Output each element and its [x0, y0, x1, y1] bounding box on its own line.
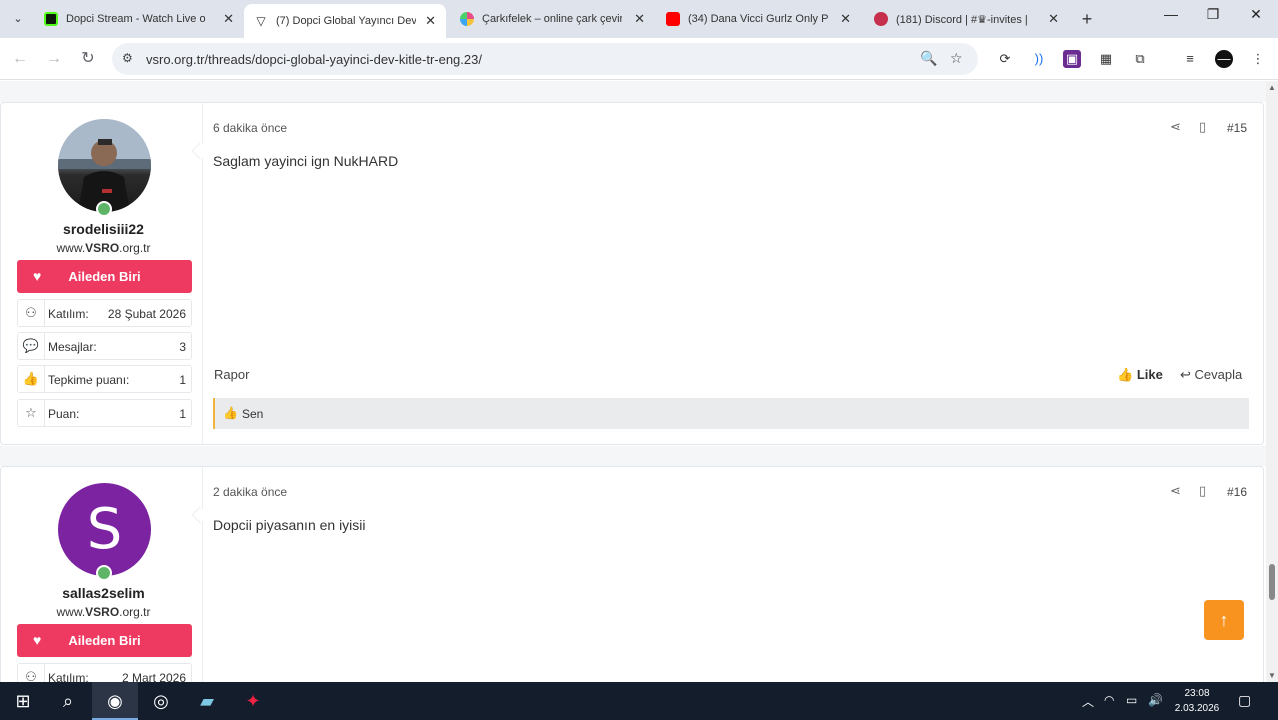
user-pane: S sallas2selim www.VSRO.org.tr ♥ Aileden…: [1, 467, 203, 682]
profile-avatar-icon[interactable]: —: [1215, 50, 1233, 68]
file-app-taskbar-icon[interactable]: ▰: [184, 682, 230, 720]
site-info-icon[interactable]: ⚙: [122, 51, 133, 65]
mouse-cursor-icon: [81, 368, 95, 380]
kick-favicon-icon: [44, 12, 58, 26]
avatar[interactable]: [58, 119, 151, 212]
media-control-icon[interactable]: ≡: [1181, 50, 1199, 68]
discord-favicon-icon: [874, 12, 888, 26]
username[interactable]: sallas2selim: [1, 585, 206, 601]
network-icon[interactable]: ◠: [1104, 693, 1114, 707]
user-title: www.VSRO.org.tr: [56, 605, 151, 619]
user-banner-badge: ♥ Aileden Biri: [17, 260, 192, 293]
volume-icon[interactable]: 🔊: [1148, 693, 1163, 707]
back-icon[interactable]: ←: [10, 49, 30, 69]
post-body: Dopcii piyasanın en iyisii: [213, 517, 366, 533]
report-link[interactable]: Rapor: [214, 367, 249, 382]
url-text[interactable]: vsro.org.tr/threads/dopci-global-yayinci…: [146, 52, 482, 67]
scrollbar-thumb[interactable]: [1269, 564, 1275, 600]
online-status-icon: [96, 201, 112, 217]
user-plus-icon: ⚇: [18, 300, 45, 326]
audio-extension-icon[interactable]: )): [1030, 50, 1048, 68]
forum-post: S sallas2selim www.VSRO.org.tr ♥ Aileden…: [0, 466, 1264, 682]
tab-dopci-global[interactable]: ▽ (7) Dopci Global Yayıncı Dev ✕: [244, 4, 446, 38]
share-icon[interactable]: ⋖: [1170, 483, 1181, 499]
reply-icon: ↩: [1180, 367, 1195, 382]
like-button[interactable]: 👍 Like: [1117, 367, 1163, 383]
close-tab-icon[interactable]: ✕: [834, 11, 851, 27]
close-tab-icon[interactable]: ✕: [628, 11, 645, 27]
zoom-icon[interactable]: 🔍: [920, 50, 937, 67]
windows-taskbar: ⊞ ⌕ ◉ ◎ ▰ ✦ ︿ ◠ ▭ 🔊 23:08 2.03.2026 ▢: [0, 682, 1278, 720]
post-body: Saglam yayinci ign NukHARD: [213, 153, 399, 169]
sync-extension-icon[interactable]: ⟳: [996, 50, 1014, 68]
page-content: srodelisiii22 www.VSRO.org.tr ♥ Aileden …: [0, 81, 1266, 682]
post-number[interactable]: #16: [1227, 485, 1247, 499]
tab-carkifelek[interactable]: Çarkıfelek – online çark çevir ✕: [450, 0, 655, 38]
forum-post: srodelisiii22 www.VSRO.org.tr ♥ Aileden …: [0, 102, 1264, 445]
user-pane: srodelisiii22 www.VSRO.org.tr ♥ Aileden …: [1, 103, 203, 444]
tab-dopci-stream[interactable]: Dopci Stream - Watch Live o ✕: [34, 0, 244, 38]
tab-strip: ⌄ Dopci Stream - Watch Live o ✕ ▽ (7) Do…: [0, 0, 1278, 38]
thumbs-up-icon: 👍: [223, 406, 238, 420]
stat-reaction-score: 👍 Tepkime puanı: 1: [17, 365, 192, 393]
scroll-up-icon[interactable]: ▲: [1266, 83, 1278, 92]
post-date[interactable]: 6 dakika önce: [213, 121, 287, 135]
user-plus-icon: ⚇: [18, 664, 45, 682]
forward-icon[interactable]: →: [44, 49, 64, 69]
wheel-favicon-icon: [460, 12, 474, 26]
browser-menu-icon[interactable]: ⋮: [1249, 50, 1267, 68]
tab-discord[interactable]: (181) Discord | #♛-invites | ✕: [864, 0, 1069, 38]
user-banner-badge: ♥ Aileden Biri: [17, 624, 192, 657]
search-icon[interactable]: ⌕: [45, 682, 91, 720]
game-taskbar-icon[interactable]: ✦: [230, 682, 276, 720]
thumbs-up-icon: 👍: [18, 366, 45, 392]
purple-extension-icon[interactable]: ▣: [1063, 50, 1081, 68]
windows-start-icon[interactable]: ⊞: [0, 682, 46, 720]
notification-icon[interactable]: ▢: [1238, 692, 1251, 709]
extensions-puzzle-icon[interactable]: ⧉: [1131, 50, 1149, 68]
trophy-icon: ☆: [18, 400, 45, 426]
username[interactable]: srodelisiii22: [1, 221, 206, 237]
scroll-down-icon[interactable]: ▼: [1266, 671, 1278, 680]
avatar[interactable]: S: [58, 483, 151, 576]
obs-taskbar-icon[interactable]: ◎: [138, 682, 184, 720]
reply-button[interactable]: ↩ Cevapla: [1180, 367, 1242, 383]
tab-search-icon[interactable]: ⌄: [8, 9, 28, 29]
new-tab-button[interactable]: +: [1077, 9, 1097, 29]
online-status-icon: [96, 565, 112, 581]
restore-icon[interactable]: ❐: [1198, 6, 1228, 23]
close-window-icon[interactable]: ✕: [1241, 6, 1271, 23]
reactions-bar[interactable]: 👍 Sen: [213, 398, 1249, 429]
close-tab-icon[interactable]: ✕: [419, 13, 436, 29]
stat-points: ☆ Puan: 1: [17, 399, 192, 427]
close-tab-icon[interactable]: ✕: [217, 11, 234, 27]
stat-messages: 💬 Mesajlar: 3: [17, 332, 192, 360]
minimize-icon[interactable]: —: [1156, 6, 1186, 22]
tab-youtube[interactable]: (34) Dana Vicci Gurlz Only P ✕: [656, 0, 861, 38]
bookmark-icon[interactable]: ▯: [1199, 483, 1206, 499]
address-bar[interactable]: ⚙ vsro.org.tr/threads/dopci-global-yayin…: [112, 43, 978, 75]
qr-extension-icon[interactable]: ▦: [1097, 50, 1115, 68]
system-clock[interactable]: 23:08 2.03.2026: [1168, 686, 1226, 716]
battery-icon[interactable]: ▭: [1126, 693, 1137, 707]
comments-icon: 💬: [18, 333, 45, 359]
post-date[interactable]: 2 dakika önce: [213, 485, 287, 499]
stat-joined: ⚇ Katılım: 2 Mart 2026: [17, 663, 192, 682]
bookmark-icon[interactable]: ▯: [1199, 119, 1206, 135]
forum-favicon-icon: ▽: [254, 14, 268, 28]
reload-icon[interactable]: ↻: [78, 49, 98, 69]
thumbs-up-icon: 👍: [1117, 367, 1137, 382]
stat-joined: ⚇ Katılım: 28 Şubat 2026: [17, 299, 192, 327]
post-number[interactable]: #15: [1227, 121, 1247, 135]
chrome-taskbar-icon[interactable]: ◉: [92, 682, 138, 720]
user-title: www.VSRO.org.tr: [56, 241, 151, 255]
youtube-favicon-icon: [666, 12, 680, 26]
share-icon[interactable]: ⋖: [1170, 119, 1181, 135]
browser-toolbar: ← → ↻ ⚙ vsro.org.tr/threads/dopci-global…: [0, 38, 1278, 80]
tray-chevron-icon[interactable]: ︿: [1082, 693, 1094, 710]
scroll-to-top-button[interactable]: ↑: [1204, 600, 1244, 640]
close-tab-icon[interactable]: ✕: [1042, 11, 1059, 27]
page-scrollbar[interactable]: ▲ ▼: [1266, 81, 1278, 682]
bookmark-star-icon[interactable]: ☆: [950, 50, 963, 67]
